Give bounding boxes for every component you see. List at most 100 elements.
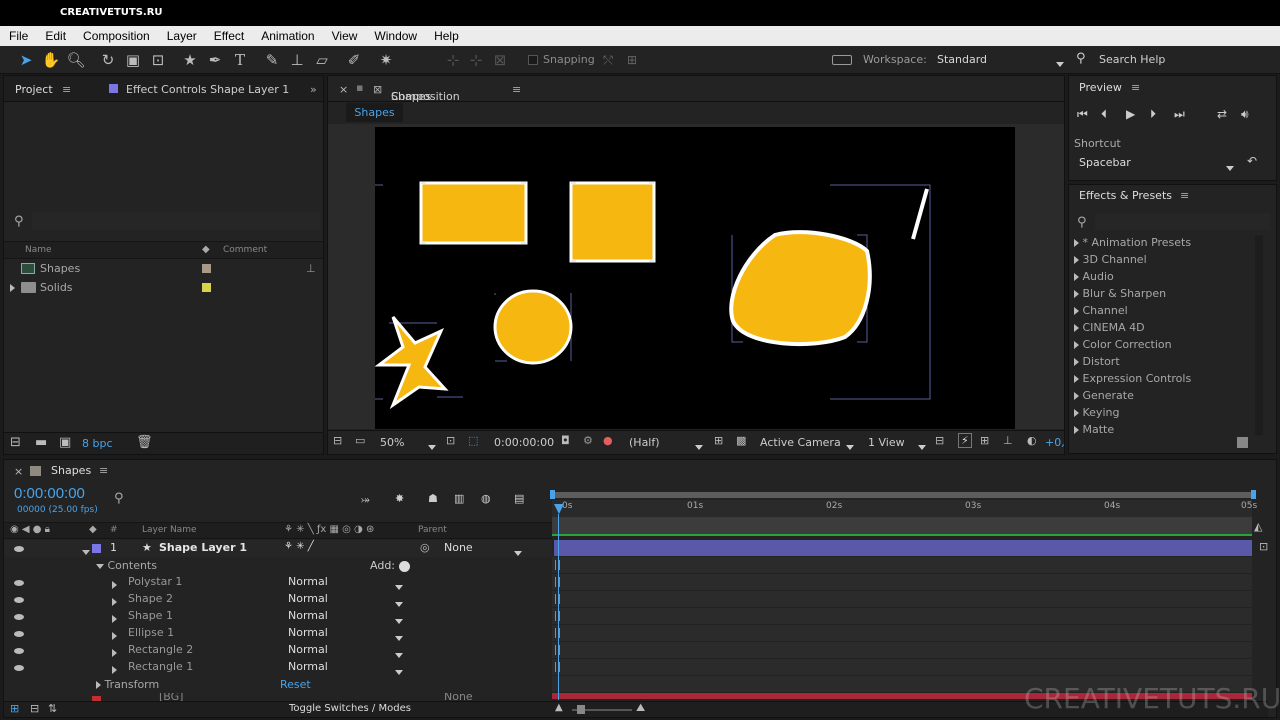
expand-layer-switches-icon[interactable]: ⊞: [10, 702, 19, 715]
resolution-select[interactable]: (Half): [629, 436, 660, 449]
menu-animation[interactable]: Animation: [252, 26, 322, 46]
zoom-out-icon[interactable]: ▲: [555, 702, 563, 713]
rotation-tool-icon[interactable]: ↻: [98, 50, 118, 70]
layer-label-swatch[interactable]: [92, 544, 101, 553]
new-folder-icon[interactable]: ▬: [35, 435, 47, 450]
new-composition-icon[interactable]: ▣: [59, 435, 71, 450]
blend-mode-select[interactable]: Normal: [288, 643, 328, 656]
project-search-input[interactable]: [32, 212, 320, 230]
fast-previews-icon[interactable]: ⚡: [958, 433, 972, 448]
shy-icon[interactable]: ☗: [428, 492, 438, 505]
composition-panel-menu-icon[interactable]: ≡: [512, 83, 521, 96]
expand-in-out-icon[interactable]: ⇅: [48, 702, 57, 715]
timeline-track[interactable]: [552, 642, 1252, 659]
effects-search-input[interactable]: [1095, 213, 1270, 230]
playhead-icon[interactable]: [554, 504, 564, 514]
motion-blur-icon[interactable]: ◍: [481, 492, 491, 505]
bpc-button[interactable]: 8 bpc: [82, 437, 113, 450]
workspace-select[interactable]: Standard: [937, 53, 987, 66]
menu-layer[interactable]: Layer: [158, 26, 205, 46]
menu-edit[interactable]: Edit: [36, 26, 74, 46]
eye-icon[interactable]: [14, 614, 24, 620]
menu-view[interactable]: View: [323, 26, 366, 46]
exposure-value[interactable]: +0,: [1045, 436, 1065, 449]
mask-visibility-icon[interactable]: ⬚: [468, 434, 478, 447]
tab-timeline-shapes[interactable]: Shapes: [51, 464, 91, 477]
eraser-tool-icon[interactable]: ▱: [312, 50, 332, 70]
play-icon[interactable]: ▶: [1126, 107, 1135, 121]
col-comment[interactable]: Comment: [223, 245, 267, 255]
effects-panel-menu-icon[interactable]: ≡: [1180, 189, 1189, 202]
region-of-interest-icon[interactable]: ⊞: [714, 434, 723, 447]
panel-overflow-icon[interactable]: »: [310, 83, 317, 96]
sublayer-name[interactable]: Rectangle 1: [128, 660, 193, 673]
work-area-bar[interactable]: [553, 492, 1253, 498]
flowchart-icon[interactable]: ⊥: [1003, 434, 1013, 447]
camera-select[interactable]: Active Camera: [760, 436, 841, 449]
workspace-dropdown-icon[interactable]: [1056, 57, 1064, 70]
effects-category[interactable]: Blur & Sharpen: [1074, 285, 1166, 302]
timeline-search-icon[interactable]: ⚲: [114, 491, 124, 506]
view-layout-dropdown-icon[interactable]: [918, 440, 926, 453]
tab-project[interactable]: Project: [15, 83, 53, 96]
type-tool-icon[interactable]: T: [230, 50, 250, 70]
close-timeline-icon[interactable]: ×: [14, 465, 23, 478]
lock-icon[interactable]: ▪: [356, 81, 363, 94]
fit-frame-icon[interactable]: ⊡: [446, 434, 455, 447]
composition-timecode[interactable]: 0:00:00:00: [494, 436, 554, 449]
sublayer-name[interactable]: Shape 1: [128, 609, 173, 622]
sublayer-row[interactable]: Rectangle 2 Normal: [4, 642, 552, 659]
transparency-grid-icon[interactable]: ▩: [736, 434, 746, 447]
composition-canvas[interactable]: [375, 127, 1015, 429]
expand-modes-icon[interactable]: ⊟: [30, 702, 39, 715]
eye-icon[interactable]: [14, 631, 24, 637]
contents-group[interactable]: Contents: [96, 557, 157, 574]
frame-blending-icon[interactable]: ▥: [454, 492, 464, 505]
snapping-checkbox[interactable]: [528, 55, 538, 65]
axis-view-icon[interactable]: ⊠: [490, 50, 510, 70]
project-item[interactable]: Shapes ⊥: [4, 260, 323, 277]
preview-panel-menu-icon[interactable]: ≡: [1131, 81, 1140, 94]
zoom-in-icon[interactable]: ⛰: [636, 701, 645, 715]
parent-dropdown-icon[interactable]: [514, 546, 522, 559]
sublayer-name[interactable]: Polystar 1: [128, 575, 182, 588]
zoom-slider-thumb[interactable]: [577, 705, 585, 714]
timeline-track[interactable]: [552, 625, 1252, 642]
timeline-track[interactable]: [552, 608, 1252, 625]
label-swatch[interactable]: [202, 283, 211, 292]
shape-tool-icon[interactable]: ★: [180, 50, 200, 70]
graph-editor-icon[interactable]: ▤: [514, 492, 524, 505]
time-ruler[interactable]: 0s 01s 02s 03s 04s 05s: [552, 500, 1257, 518]
eye-icon[interactable]: [14, 546, 24, 552]
next-frame-icon[interactable]: ⏵: [1150, 107, 1156, 122]
close-tab-icon[interactable]: ×: [339, 83, 348, 96]
effects-category[interactable]: Expression Controls: [1074, 370, 1191, 387]
blend-mode-select[interactable]: Normal: [288, 660, 328, 673]
composition-subtab[interactable]: Shapes: [346, 103, 403, 122]
sublayer-name[interactable]: Ellipse 1: [128, 626, 174, 639]
effects-category[interactable]: Generate: [1074, 387, 1134, 404]
camera-tool-icon[interactable]: ▣: [123, 50, 143, 70]
comp-mini-flowchart-icon[interactable]: ⤖: [361, 493, 370, 507]
effects-category[interactable]: Audio: [1074, 268, 1114, 285]
clone-stamp-tool-icon[interactable]: ⊥: [287, 50, 307, 70]
menu-composition[interactable]: Composition: [74, 26, 158, 46]
snap-features-icon[interactable]: ⊞: [622, 50, 642, 70]
layer-switches-icons[interactable]: ⚘ ✳ ╱: [284, 541, 314, 552]
axis-local-icon[interactable]: ⊹: [443, 50, 463, 70]
layer-name[interactable]: Shape Layer 1: [159, 541, 247, 554]
effects-scrollbar[interactable]: [1255, 235, 1263, 435]
layer-2-parent[interactable]: None: [444, 693, 473, 701]
menu-help[interactable]: Help: [425, 26, 467, 46]
last-frame-icon[interactable]: ⏭: [1174, 107, 1185, 122]
flowchart-icon[interactable]: ⊥: [306, 260, 316, 277]
effects-category[interactable]: Channel: [1074, 302, 1128, 319]
hand-tool-icon[interactable]: ✋: [41, 50, 61, 70]
pan-behind-tool-icon[interactable]: ⊡: [148, 50, 168, 70]
puppet-tool-icon[interactable]: ✷: [376, 50, 396, 70]
timeline-icon[interactable]: ⊞: [980, 434, 989, 447]
timeline-track[interactable]: [552, 659, 1252, 676]
work-area-end-handle[interactable]: [1251, 490, 1256, 499]
first-frame-icon[interactable]: ⏮: [1077, 107, 1088, 122]
effects-category[interactable]: Matte: [1074, 421, 1114, 438]
